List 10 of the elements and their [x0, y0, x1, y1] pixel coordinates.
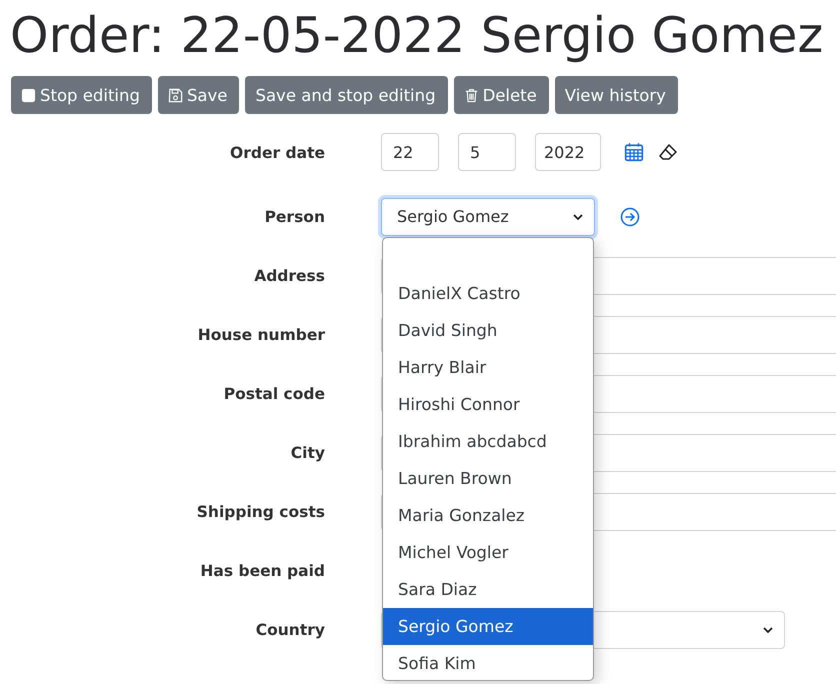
field-label: House number [198, 326, 325, 344]
field-label: Order date [230, 144, 325, 162]
field-label: Person [264, 208, 325, 226]
field-label: Country [256, 621, 325, 639]
field-label: Address [254, 267, 325, 285]
field-label: Has been paid [200, 562, 325, 580]
page-title: Order: 22-05-2022 Sergio Gomez [9, 6, 824, 66]
field-label: City [290, 444, 325, 462]
field-label: Shipping costs [196, 503, 325, 521]
field-label: Postal code [224, 385, 325, 403]
